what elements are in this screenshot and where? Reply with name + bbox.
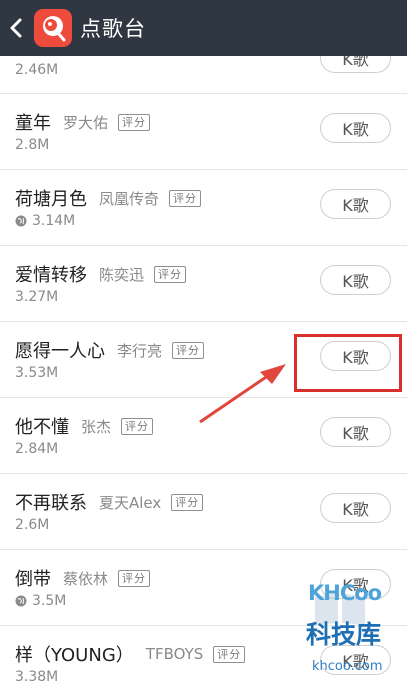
song-title: 他不懂 <box>15 417 69 438</box>
score-badge: 评分 <box>213 645 246 663</box>
song-meta: 2.6M <box>15 517 49 533</box>
song-size: 2.6M <box>15 517 50 533</box>
sing-button[interactable]: K歌 <box>320 417 391 447</box>
song-line: 荷塘月色 凤凰传奇 评分 <box>15 185 202 211</box>
score-badge: 评分 <box>172 341 205 359</box>
song-meta: 3.27M <box>15 289 58 305</box>
song-artist: TFBOYS <box>145 645 204 663</box>
top-bar: 点歌台 <box>0 0 407 56</box>
song-size: 2.8M <box>15 137 50 153</box>
sing-button[interactable]: K歌 <box>320 189 391 219</box>
song-size: 2.84M <box>15 441 59 457</box>
sing-button[interactable]: K歌 <box>320 56 391 73</box>
song-artist: 蔡依林 <box>63 569 109 588</box>
song-size: 3.27M <box>15 289 59 305</box>
song-meta: 2.8M <box>15 137 49 153</box>
globe-icon <box>15 215 27 227</box>
song-row[interactable]: 荷塘月色 凤凰传奇 评分 3.14M K歌 <box>0 170 407 246</box>
song-line: 他不懂 张杰 评分 <box>15 413 154 439</box>
song-size: 3.14M <box>32 213 76 229</box>
score-badge: 评分 <box>169 189 202 207</box>
song-size: 3.38M <box>15 669 59 685</box>
microphone-bird-icon <box>43 16 66 42</box>
song-row[interactable]: 他不懂 张杰 评分 2.84M K歌 <box>0 398 407 474</box>
sing-button[interactable]: K歌 <box>320 265 391 295</box>
song-artist: 凤凰传奇 <box>99 189 160 208</box>
song-line: 愿得一人心 李行亮 评分 <box>15 337 205 363</box>
chevron-left-icon <box>10 18 22 38</box>
back-button[interactable] <box>0 0 32 56</box>
song-row[interactable]: 愿得一人心 李行亮 评分 3.53M K歌 <box>0 322 407 398</box>
watermark-url: khcoo.com <box>312 659 383 674</box>
song-line: 不再联系 夏天Alex 评分 <box>15 489 204 515</box>
song-title: 童年 <box>15 113 51 134</box>
song-meta: 3.14M <box>15 213 75 229</box>
song-artist: 罗大佑 <box>63 113 109 132</box>
sing-button[interactable]: K歌 <box>320 113 391 143</box>
song-size: 3.5M <box>32 593 67 609</box>
watermark-name: 科技库 <box>306 620 382 649</box>
score-badge: 评分 <box>118 569 151 587</box>
app-screen: 点歌台 2.46M K歌 童年 罗大佑 评分 2.8M K歌 荷塘月色 凤凰传奇 评分 3.14M K… <box>0 0 407 686</box>
song-artist: 夏天Alex <box>99 493 162 512</box>
song-title: 样（YOUNG） <box>15 645 134 666</box>
song-size: 3.53M <box>15 365 59 381</box>
score-badge: 评分 <box>171 493 204 511</box>
sing-button[interactable]: K歌 <box>320 493 391 523</box>
song-meta: 2.46M <box>15 62 58 78</box>
sing-button[interactable]: K歌 <box>320 341 391 371</box>
page-title: 点歌台 <box>80 17 146 41</box>
song-title: 不再联系 <box>15 493 87 514</box>
song-artist: 陈奕迅 <box>99 265 145 284</box>
score-badge: 评分 <box>154 265 187 283</box>
song-title: 倒带 <box>15 569 51 590</box>
song-line: 倒带 蔡依林 评分 <box>15 565 151 591</box>
song-line: 样（YOUNG） TFBOYS 评分 <box>15 641 246 667</box>
watermark: KHCoo 科技库 khcoo.com <box>300 575 407 686</box>
song-meta: 3.38M <box>15 669 58 685</box>
song-line: 童年 罗大佑 评分 <box>15 109 151 135</box>
song-row[interactable]: 2.46M K歌 <box>0 56 407 94</box>
song-row[interactable]: 童年 罗大佑 评分 2.8M K歌 <box>0 94 407 170</box>
song-title: 荷塘月色 <box>15 189 87 210</box>
score-badge: 评分 <box>121 417 154 435</box>
song-size: 2.46M <box>15 62 59 78</box>
song-meta: 3.53M <box>15 365 58 381</box>
song-meta: 2.84M <box>15 441 58 457</box>
score-badge: 评分 <box>118 113 151 131</box>
song-row[interactable]: 不再联系 夏天Alex 评分 2.6M K歌 <box>0 474 407 550</box>
song-artist: 李行亮 <box>117 341 163 360</box>
song-title: 爱情转移 <box>15 265 87 286</box>
app-logo <box>34 9 72 47</box>
song-row[interactable]: 爱情转移 陈奕迅 评分 3.27M K歌 <box>0 246 407 322</box>
globe-icon <box>15 595 27 607</box>
song-line: 爱情转移 陈奕迅 评分 <box>15 261 187 287</box>
song-meta: 3.5M <box>15 593 66 609</box>
watermark-logo: KHCoo <box>308 581 382 605</box>
song-title: 愿得一人心 <box>15 341 105 362</box>
song-artist: 张杰 <box>81 417 112 436</box>
